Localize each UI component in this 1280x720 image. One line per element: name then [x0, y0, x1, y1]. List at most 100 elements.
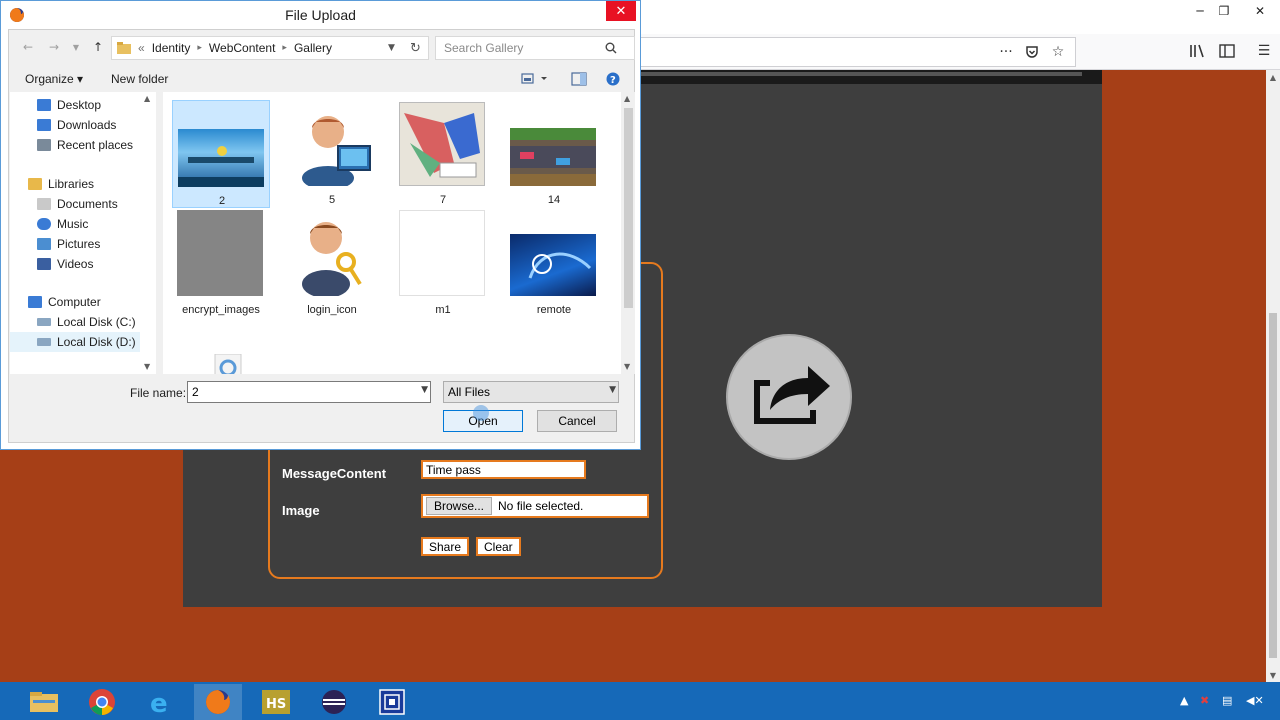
tray-overflow-icon[interactable]: ▲ — [1180, 694, 1188, 707]
file-item-2[interactable]: 2 — [172, 100, 270, 208]
svg-text:e: e — [150, 689, 168, 716]
command-bar: Organize ▾ New folder ? — [9, 66, 636, 92]
tree-item-documents[interactable]: Documents — [10, 194, 150, 214]
tree-item-desktop[interactable]: Desktop — [10, 95, 150, 115]
file-item-m1[interactable]: m1 — [394, 210, 492, 318]
tree-item-pictures[interactable]: Pictures — [10, 234, 150, 254]
file-label: m1 — [435, 304, 451, 316]
file-thumbnail — [177, 210, 263, 296]
scroll-up-icon[interactable]: ▲ — [1266, 70, 1280, 84]
breadcrumb-gallery[interactable]: Gallery — [294, 41, 332, 55]
tree-item-local-disk-c[interactable]: Local Disk (C:) — [10, 312, 150, 332]
sidebar-icon[interactable] — [1216, 40, 1238, 62]
file-name-input[interactable]: 2 ▼ — [187, 381, 431, 403]
new-folder-button[interactable]: New folder — [111, 72, 168, 86]
bookmark-star-icon[interactable]: ☆ — [1047, 41, 1069, 63]
tray-network-icon[interactable]: ▤ — [1222, 694, 1232, 707]
address-dropdown-icon[interactable]: ▼ — [388, 43, 395, 53]
file-label: 5 — [328, 194, 336, 206]
breadcrumb-chevron-icon: ▸ — [282, 43, 287, 53]
file-item-14[interactable]: 14 — [505, 100, 603, 208]
url-bar[interactable]: ··· ☆ — [640, 37, 1076, 67]
file-explorer-icon[interactable] — [20, 684, 68, 720]
file-item-remote[interactable]: remote — [505, 210, 603, 318]
dialog-close-icon[interactable]: ✕ — [606, 1, 636, 21]
restore-icon[interactable]: ❐ — [1210, 0, 1238, 22]
page-scroll-thumb[interactable] — [1269, 313, 1277, 658]
tree-item-label: Local Disk (D:) — [57, 335, 136, 349]
tree-item-libraries[interactable]: Libraries — [10, 174, 150, 194]
file-list-scroll-thumb[interactable] — [624, 108, 633, 308]
folder-icon — [117, 42, 131, 54]
drive-d-icon — [37, 338, 51, 346]
tree-item-label: Music — [57, 217, 89, 231]
preview-pane-icon[interactable] — [571, 72, 587, 89]
address-bar[interactable]: « Identity ▸ WebContent ▸ Gallery ▼ ↻ — [111, 36, 429, 60]
file-label: 2 — [218, 195, 226, 207]
tree-item-recent-places[interactable]: Recent places — [10, 135, 150, 155]
tree-scrollbar[interactable]: ▲ ▼ — [140, 92, 156, 374]
pictures-icon — [37, 238, 51, 250]
firefox-taskbar-icon[interactable] — [194, 684, 242, 720]
recent-locations-icon[interactable]: ▼ — [67, 38, 85, 56]
tree-item-local-disk-d[interactable]: Local Disk (D:) — [10, 332, 150, 352]
file-type-dropdown-icon[interactable]: ▼ — [609, 385, 616, 395]
eclipse-icon[interactable] — [310, 684, 358, 720]
breadcrumb-webcontent[interactable]: WebContent — [209, 41, 276, 55]
tree-item-label: Downloads — [57, 118, 117, 132]
file-item-login-icon[interactable]: login_icon — [283, 210, 381, 318]
tray-action-center-icon[interactable]: ✖ — [1200, 694, 1209, 707]
tree-scroll-down-icon[interactable]: ▼ — [144, 362, 150, 371]
back-arrow-icon[interactable]: ← — [19, 38, 37, 56]
up-folder-icon[interactable]: ↑ — [89, 38, 107, 56]
cancel-button[interactable]: Cancel — [537, 410, 617, 432]
browse-button[interactable]: Browse... — [426, 497, 493, 515]
tree-item-label: Videos — [57, 257, 94, 271]
organize-button[interactable]: Organize ▾ — [25, 72, 83, 86]
file-thumbnail — [510, 128, 596, 186]
refresh-icon[interactable]: ↻ — [410, 41, 421, 56]
scroll-down-icon[interactable]: ▼ — [1266, 668, 1280, 682]
share-icon — [726, 334, 852, 460]
file-list-scrollbar[interactable]: ▲ ▼ — [621, 92, 635, 374]
image-file-input[interactable]: Browse... No file selected. — [421, 494, 649, 518]
tree-item-downloads[interactable]: Downloads — [10, 115, 150, 135]
internet-explorer-icon[interactable]: e — [136, 684, 184, 720]
share-button[interactable]: Share — [421, 537, 470, 556]
computer-icon — [28, 296, 42, 308]
tree-item-videos[interactable]: Videos — [10, 254, 150, 274]
files-scroll-up-icon[interactable]: ▲ — [624, 94, 630, 103]
hs-app-icon[interactable]: HS — [252, 684, 300, 720]
file-item-encrypt-images[interactable]: encrypt_images — [172, 210, 270, 318]
forward-arrow-icon[interactable]: → — [45, 38, 63, 56]
pocket-icon[interactable] — [1021, 41, 1043, 63]
breadcrumb-identity[interactable]: Identity — [152, 41, 191, 55]
file-item-5[interactable]: 5 — [283, 100, 381, 208]
file-upload-dialog: File Upload ✕ ← → ▼ ↑ « Identity ▸ WebCo… — [0, 0, 641, 450]
menu-icon[interactable]: ☰ — [1253, 40, 1275, 62]
tray-volume-icon[interactable]: ◀✕ — [1246, 694, 1264, 707]
search-icon[interactable] — [605, 42, 617, 57]
tree-item-computer[interactable]: Computer — [10, 292, 150, 312]
breadcrumb-overflow[interactable]: « — [138, 41, 145, 55]
file-name-dropdown-icon[interactable]: ▼ — [421, 385, 428, 395]
settings-file-icon — [213, 353, 245, 374]
file-type-select[interactable]: All Files ▼ — [443, 381, 619, 403]
tree-scroll-up-icon[interactable]: ▲ — [144, 94, 150, 103]
file-item-7[interactable]: 7 — [394, 100, 492, 208]
view-options-icon[interactable] — [521, 72, 549, 89]
chrome-icon[interactable] — [78, 684, 126, 720]
browser-close-icon[interactable]: ✕ — [1240, 0, 1280, 22]
message-content-input[interactable]: Time pass — [421, 460, 586, 479]
app-window-icon[interactable] — [368, 684, 416, 720]
help-icon[interactable]: ? — [606, 72, 620, 89]
library-icon[interactable] — [1186, 40, 1208, 62]
panel-header-line — [641, 72, 1082, 76]
music-icon — [37, 218, 51, 230]
clear-button[interactable]: Clear — [476, 537, 521, 556]
more-actions-icon[interactable]: ··· — [995, 41, 1017, 63]
files-scroll-down-icon[interactable]: ▼ — [624, 362, 630, 371]
file-thumbnail — [510, 234, 596, 296]
page-scrollbar[interactable]: ▲ ▼ — [1266, 70, 1280, 682]
tree-item-music[interactable]: Music — [10, 214, 150, 234]
